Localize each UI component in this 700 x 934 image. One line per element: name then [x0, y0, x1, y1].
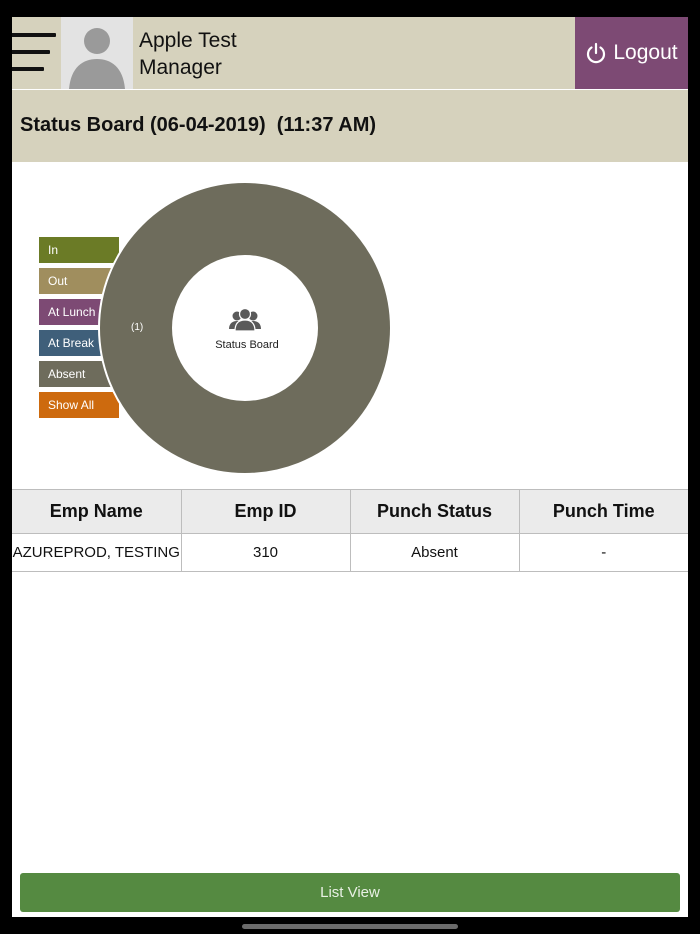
user-name-line1: Apple Test: [139, 29, 237, 52]
list-view-button[interactable]: List View: [20, 873, 680, 912]
page-title: Status Board (06-04-2019) (11:37 AM): [20, 114, 377, 136]
column-header[interactable]: Punch Time: [518, 489, 688, 534]
app-header: Apple Test Manager Logout: [12, 17, 688, 89]
cell-punch-status: Absent: [349, 533, 520, 572]
status-chart: In Out At Lunch At Break Absent Show All (1) …: [12, 162, 688, 489]
user-name-line2: Manager: [139, 56, 222, 79]
donut-center-label: Status Board: [215, 339, 279, 351]
table-header-row: Emp Name Emp ID Punch Status Punch Time: [12, 489, 688, 534]
cell-emp-name: AZUREPROD, TESTING: [12, 533, 182, 572]
cell-punch-time: -: [518, 533, 688, 572]
home-indicator: [242, 924, 458, 929]
people-icon: [229, 307, 261, 332]
column-header[interactable]: Punch Status: [349, 489, 520, 534]
power-icon: [587, 42, 606, 64]
avatar: [61, 17, 133, 89]
table-row[interactable]: AZUREPROD, TESTING 310 Absent -: [12, 533, 688, 572]
logout-label: Logout: [613, 41, 678, 64]
title-bar: Status Board (06-04-2019) (11:37 AM): [12, 90, 688, 162]
employee-table: Emp Name Emp ID Punch Status Punch Time …: [12, 489, 688, 572]
logout-button[interactable]: Logout: [575, 17, 688, 89]
app-screen: Apple Test Manager Logout Status Board (…: [12, 17, 688, 917]
column-header[interactable]: Emp Name: [12, 489, 182, 534]
cell-emp-id: 310: [180, 533, 351, 572]
user-name: Apple Test Manager: [139, 27, 289, 81]
hamburger-menu-icon[interactable]: [12, 33, 56, 73]
segment-count-label: (1): [131, 322, 144, 333]
column-header[interactable]: Emp ID: [180, 489, 351, 534]
